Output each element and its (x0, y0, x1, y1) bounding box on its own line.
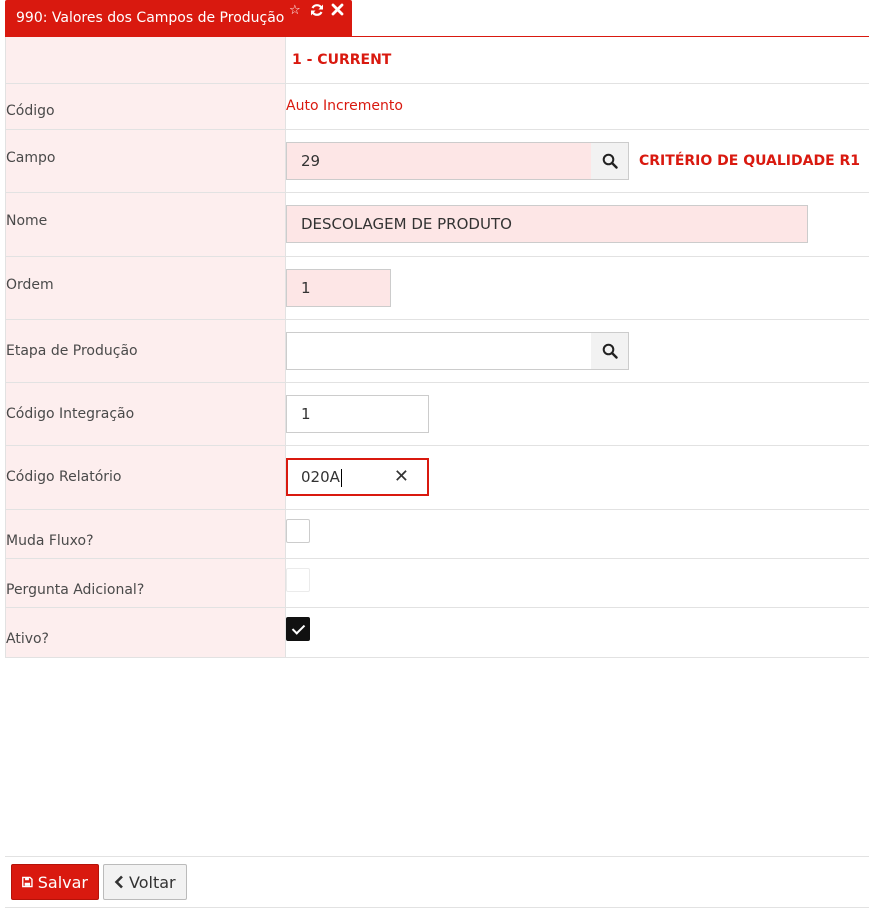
search-icon (602, 153, 618, 169)
save-label: Salvar (37, 872, 88, 892)
row-pergunta-adicional: Pergunta Adicional? (5, 558, 869, 608)
codigo-value: Auto Incremento (286, 97, 403, 114)
label-codigo-integracao: Código Integração (6, 405, 135, 422)
header-label-cell (5, 37, 286, 84)
campo-input[interactable]: 29 (286, 141, 595, 180)
form-table: 1 - CURRENT Código Auto Incremento Campo… (5, 37, 869, 658)
campo-description: CRITÉRIO DE QUALIDADE R1 (639, 152, 861, 169)
label-etapa: Etapa de Produção (6, 342, 138, 359)
row-ativo: Ativo? (5, 607, 869, 658)
form-footer: Salvar Voltar (5, 856, 869, 908)
label-campo: Campo (6, 149, 56, 166)
label-muda-fluxo: Muda Fluxo? (6, 532, 94, 549)
label-ativo: Ativo? (6, 631, 49, 647)
back-button[interactable]: Voltar (103, 864, 187, 900)
text-cursor (340, 468, 342, 487)
save-button[interactable]: Salvar (11, 864, 99, 900)
campo-search-button[interactable] (591, 141, 629, 180)
label-pergunta-adicional: Pergunta Adicional? (6, 581, 145, 598)
record-header-row: 1 - CURRENT (5, 37, 869, 84)
codigo-relatorio-value: 020A (301, 468, 340, 486)
chevron-left-icon (114, 875, 123, 889)
ativo-checkbox[interactable] (286, 617, 310, 641)
record-header: 1 - CURRENT (292, 51, 392, 68)
codigo-relatorio-input[interactable]: 020A ✕ (286, 458, 429, 496)
clear-icon[interactable]: ✕ (394, 460, 409, 494)
row-muda-fluxo: Muda Fluxo? (5, 509, 869, 559)
muda-fluxo-checkbox[interactable] (286, 518, 310, 543)
window-tab[interactable]: 990: Valores dos Campos de Produção ☆ (5, 0, 352, 36)
etapa-search-button[interactable] (591, 331, 629, 370)
floppy-disk-icon (22, 876, 33, 888)
label-nome: Nome (6, 212, 48, 229)
star-icon[interactable]: ☆ (289, 3, 301, 19)
row-ordem: Ordem 1 (5, 256, 869, 320)
row-codigo: Código Auto Incremento (5, 83, 869, 130)
refresh-icon[interactable] (310, 3, 324, 22)
nome-input[interactable]: DESCOLAGEM DE PRODUTO (286, 205, 808, 243)
tab-title: 990: Valores dos Campos de Produção (16, 10, 285, 26)
row-nome: Nome DESCOLAGEM DE PRODUTO (5, 192, 869, 257)
ordem-input[interactable]: 1 (286, 268, 391, 307)
codigo-integracao-input[interactable]: 1 (286, 394, 429, 433)
label-codigo: Código (6, 103, 55, 119)
row-etapa: Etapa de Produção (5, 319, 869, 383)
search-icon (602, 343, 618, 359)
row-codigo-integracao: Código Integração 1 (5, 382, 869, 446)
pergunta-adicional-checkbox[interactable] (286, 567, 310, 592)
label-codigo-relatorio: Código Relatório (6, 469, 122, 485)
close-icon[interactable] (331, 3, 344, 21)
row-codigo-relatorio: Código Relatório 020A ✕ (5, 445, 869, 510)
back-label: Voltar (129, 872, 176, 892)
row-campo: Campo 29 CRITÉRIO DE QUALIDADE R1 (5, 129, 869, 193)
label-ordem: Ordem (6, 276, 54, 293)
etapa-input[interactable] (286, 331, 595, 370)
